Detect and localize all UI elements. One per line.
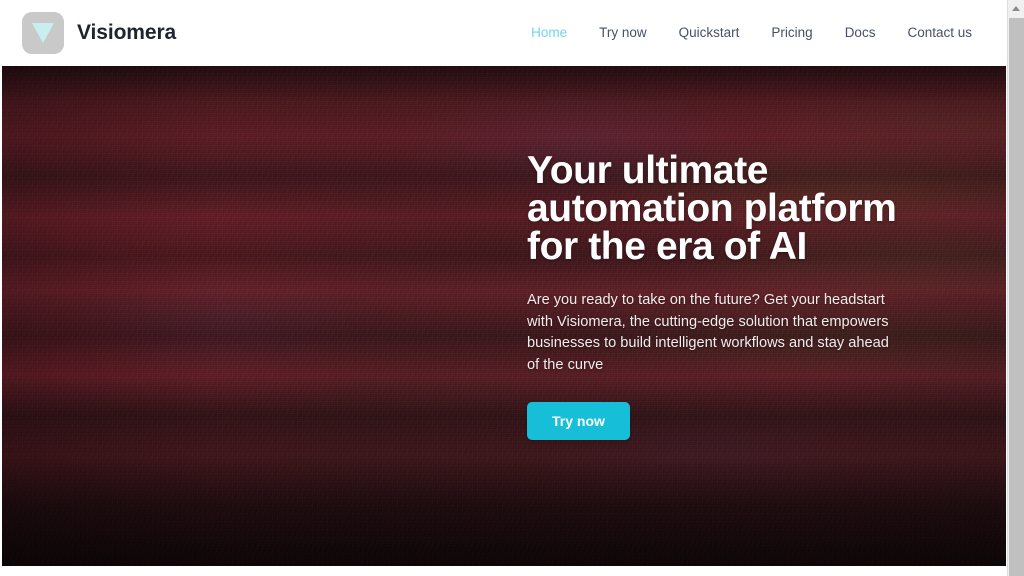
scrollbar-thumb[interactable] bbox=[1009, 18, 1024, 576]
brand-name: Visiomera bbox=[77, 21, 177, 44]
nav-item-contact-us[interactable]: Contact us bbox=[891, 20, 988, 46]
vertical-scrollbar[interactable] bbox=[1007, 0, 1024, 576]
nav-item-home[interactable]: Home bbox=[515, 20, 583, 46]
hero-section: Your ultimate automation platform for th… bbox=[2, 66, 1006, 566]
nav-item-try-now[interactable]: Try now bbox=[583, 20, 663, 46]
hero-try-now-button[interactable]: Try now bbox=[527, 402, 630, 440]
main-nav: Home Try now Quickstart Pricing Docs Con… bbox=[515, 20, 988, 46]
triangle-down-icon bbox=[22, 12, 64, 54]
scrollbar-up-arrow-button[interactable] bbox=[1008, 0, 1024, 17]
page-left-edge bbox=[0, 0, 2, 576]
nav-item-pricing[interactable]: Pricing bbox=[755, 20, 828, 46]
nav-item-quickstart[interactable]: Quickstart bbox=[663, 20, 756, 46]
page-canvas: Visiomera Home Try now Quickstart Pricin… bbox=[2, 0, 1006, 576]
browser-viewport: Visiomera Home Try now Quickstart Pricin… bbox=[0, 0, 1024, 576]
hero-subtitle: Are you ready to take on the future? Get… bbox=[527, 292, 889, 373]
triangle-up-icon bbox=[1012, 6, 1020, 11]
nav-item-docs[interactable]: Docs bbox=[829, 20, 892, 46]
site-header: Visiomera Home Try now Quickstart Pricin… bbox=[2, 0, 1006, 66]
hero-title: Your ultimate automation platform for th… bbox=[527, 149, 897, 268]
brand-logo-link[interactable]: Visiomera bbox=[22, 12, 176, 54]
hero-content: Your ultimate automation platform for th… bbox=[527, 149, 907, 440]
page-below-hero bbox=[2, 566, 1006, 576]
